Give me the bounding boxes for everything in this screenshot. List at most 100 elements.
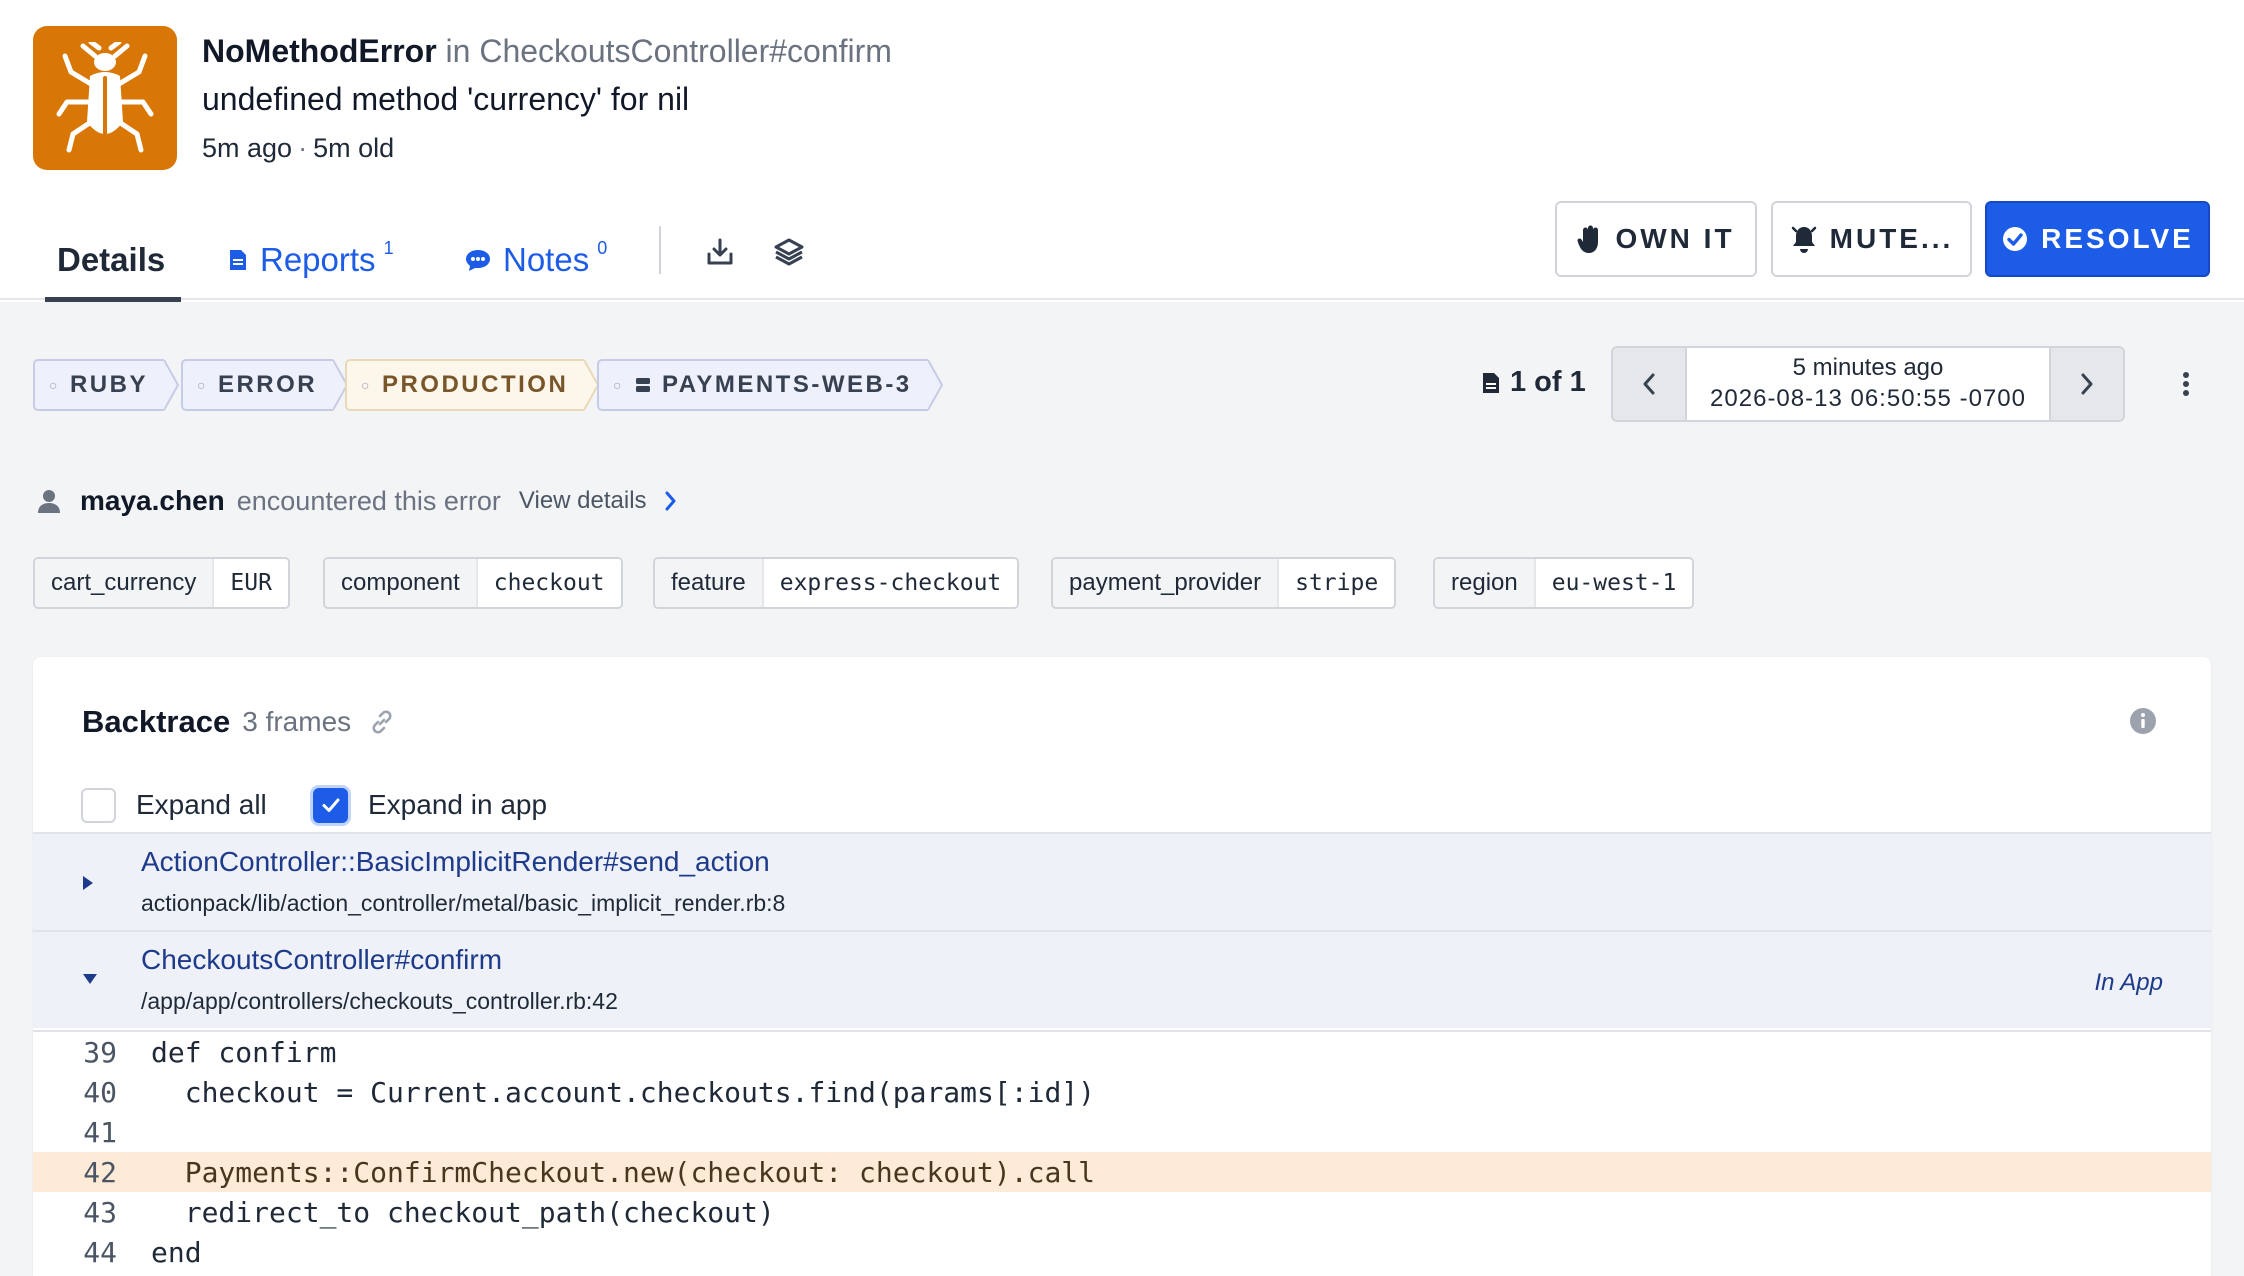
context-key: payment_provider bbox=[1053, 559, 1280, 607]
tag-error-label: ERROR bbox=[217, 371, 318, 398]
bell-off-icon bbox=[1790, 224, 1818, 254]
context-value: express-checkout bbox=[763, 559, 1018, 607]
own-it-button[interactable]: OWN IT bbox=[1555, 201, 1757, 277]
kebab-icon bbox=[2183, 372, 2189, 396]
expand-in-app-label: Expand in app bbox=[368, 789, 548, 820]
context-chip[interactable]: cart_currency EUR bbox=[33, 557, 290, 609]
tab-reports-label: Reports bbox=[260, 241, 376, 278]
more-menu-button[interactable] bbox=[2166, 364, 2206, 404]
line-source: checkout = Current.account.checkouts.fin… bbox=[151, 1075, 1096, 1109]
tag-error[interactable]: ○ ERROR bbox=[181, 359, 349, 411]
prev-occurrence-button[interactable] bbox=[1613, 348, 1685, 420]
check-icon bbox=[322, 798, 339, 812]
view-details-link[interactable]: View details bbox=[519, 487, 677, 515]
resolve-button[interactable]: RESOLVE bbox=[1985, 201, 2210, 277]
code-snippet: 39 def confirm 40 checkout = Current.acco… bbox=[33, 1030, 2211, 1276]
link-icon[interactable] bbox=[369, 709, 395, 735]
expand-all-option[interactable]: Expand all bbox=[81, 786, 267, 824]
tag-bullet: ○ bbox=[49, 377, 60, 393]
context-chip[interactable]: component checkout bbox=[323, 557, 623, 609]
error-location: in CheckoutsController#confirm bbox=[445, 33, 892, 69]
tag-ruby[interactable]: ○ RUBY bbox=[33, 359, 180, 411]
backtrace-header: Backtrace 3 frames bbox=[82, 697, 395, 747]
user-name: maya.chen bbox=[80, 485, 225, 516]
tag-arrow bbox=[163, 359, 180, 411]
occurrence-relative: 5 minutes ago bbox=[1792, 354, 1944, 381]
mute-button[interactable]: MUTE... bbox=[1771, 201, 1972, 277]
frame-function: ActionController::BasicImplicitRender#se… bbox=[141, 846, 770, 877]
context-key: cart_currency bbox=[35, 559, 215, 607]
tab-notes-label: Notes bbox=[503, 241, 590, 278]
expand-all-checkbox[interactable] bbox=[81, 787, 116, 823]
backtrace-frame[interactable]: CheckoutsController#confirm /app/app/con… bbox=[33, 930, 2211, 1028]
code-line: 44 end bbox=[33, 1232, 2211, 1272]
tab-details[interactable]: Details bbox=[44, 220, 182, 302]
tab-reports[interactable]: Reports 1 bbox=[228, 220, 394, 300]
backtrace-frame[interactable]: ActionController::BasicImplicitRender#se… bbox=[33, 832, 2211, 930]
tag-host-label: PAYMENTS-WEB-3 bbox=[661, 371, 912, 398]
layers-icon bbox=[774, 238, 804, 266]
document-icon bbox=[1482, 372, 1500, 394]
tab-details-label: Details bbox=[57, 241, 166, 278]
tab-notes-count: 0 bbox=[597, 237, 608, 258]
backtrace-title: Backtrace bbox=[82, 704, 231, 739]
user-icon bbox=[36, 488, 62, 514]
context-value: checkout bbox=[477, 559, 621, 607]
error-header: NoMethodError in CheckoutsController#con… bbox=[0, 0, 2244, 302]
occurrence-pager: 5 minutes ago 2026-08-13 06:50:55 -0700 bbox=[1611, 346, 2125, 422]
frame-path: /app/app/controllers/checkouts_controlle… bbox=[141, 988, 618, 1014]
chevron-left-icon bbox=[1643, 373, 1655, 395]
server-icon bbox=[634, 376, 652, 394]
occurrence-count: 1 of 1 bbox=[1482, 366, 1586, 399]
context-key: region bbox=[1435, 559, 1536, 607]
caret-down-icon[interactable] bbox=[81, 972, 99, 991]
tag-production-body: ○ PRODUCTION bbox=[345, 359, 585, 411]
error-message: undefined method 'currency' for nil bbox=[202, 81, 690, 117]
download-button[interactable] bbox=[700, 232, 740, 272]
tag-host[interactable]: ○ PAYMENTS-WEB-3 bbox=[597, 359, 944, 411]
context-chip[interactable]: region eu-west-1 bbox=[1433, 557, 1695, 609]
context-chip[interactable]: feature express-checkout bbox=[653, 557, 1020, 609]
expand-in-app-option[interactable]: Expand in app bbox=[313, 786, 547, 824]
line-source: end bbox=[151, 1235, 202, 1269]
line-number: 39 bbox=[83, 1035, 117, 1069]
hand-icon bbox=[1577, 224, 1603, 254]
layers-button[interactable] bbox=[769, 232, 809, 272]
in-app-badge: In App bbox=[2094, 969, 2164, 996]
occurrence-count-text: 1 of 1 bbox=[1510, 366, 1586, 398]
code-line: 39 def confirm bbox=[33, 1032, 2211, 1072]
line-number: 41 bbox=[83, 1115, 117, 1149]
tag-bullet: ○ bbox=[361, 377, 372, 393]
error-age: 5m ago · 5m old bbox=[202, 128, 394, 168]
tag-production[interactable]: ○ PRODUCTION bbox=[345, 359, 600, 411]
caret-right-icon[interactable] bbox=[81, 874, 95, 897]
view-details-label: View details bbox=[518, 487, 647, 514]
line-number: 40 bbox=[83, 1075, 117, 1109]
context-value: EUR bbox=[214, 559, 288, 607]
info-icon[interactable] bbox=[2128, 706, 2158, 736]
error-class: NoMethodError bbox=[202, 33, 437, 69]
resolve-label: RESOLVE bbox=[2041, 223, 2194, 254]
backtrace-frames-count: 3 frames bbox=[242, 706, 352, 737]
mute-label: MUTE... bbox=[1829, 223, 1954, 254]
tag-ruby-label: RUBY bbox=[69, 371, 148, 398]
context-chip[interactable]: payment_provider stripe bbox=[1051, 557, 1397, 609]
line-source: redirect_to checkout_path(checkout) bbox=[151, 1195, 775, 1229]
code-line: 43 redirect_to checkout_path(checkout) bbox=[33, 1192, 2211, 1232]
occurrence-time: 5 minutes ago 2026-08-13 06:50:55 -0700 bbox=[1685, 348, 2051, 420]
own-it-label: OWN IT bbox=[1615, 223, 1735, 254]
tab-divider bbox=[659, 226, 661, 274]
line-number: 43 bbox=[83, 1195, 117, 1229]
tab-notes[interactable]: Notes 0 bbox=[465, 220, 607, 300]
context-key: feature bbox=[655, 559, 764, 607]
report-doc-icon bbox=[228, 248, 248, 272]
tag-bullet: ○ bbox=[197, 377, 208, 393]
next-occurrence-button[interactable] bbox=[2051, 348, 2123, 420]
context-key: component bbox=[325, 559, 478, 607]
expand-all-label: Expand all bbox=[136, 789, 267, 820]
separator-dot: · bbox=[298, 133, 308, 163]
chevron-right-icon bbox=[2081, 373, 2093, 395]
expand-in-app-checkbox[interactable] bbox=[313, 787, 348, 823]
download-icon bbox=[707, 238, 733, 265]
code-line: 40 checkout = Current.account.checkouts.… bbox=[33, 1072, 2211, 1112]
